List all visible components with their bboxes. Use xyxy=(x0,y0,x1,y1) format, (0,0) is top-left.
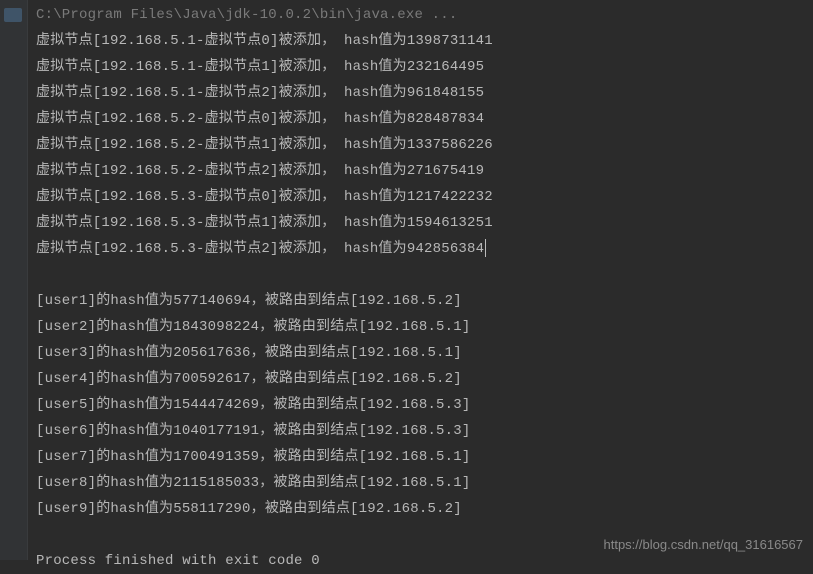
console-blank-line xyxy=(36,262,813,288)
gutter-marker-icon xyxy=(4,8,22,22)
console-output[interactable]: C:\Program Files\Java\jdk-10.0.2\bin\jav… xyxy=(36,0,813,574)
console-line: [user9]的hash值为558117290，被路由到结点[192.168.5… xyxy=(36,496,813,522)
console-line: [user4]的hash值为700592617，被路由到结点[192.168.5… xyxy=(36,366,813,392)
console-line: 虚拟节点[192.168.5.2-虚拟节点2]被添加， hash值为271675… xyxy=(36,158,813,184)
console-line: 虚拟节点[192.168.5.2-虚拟节点1]被添加， hash值为133758… xyxy=(36,132,813,158)
console-line: 虚拟节点[192.168.5.1-虚拟节点2]被添加， hash值为961848… xyxy=(36,80,813,106)
console-gutter xyxy=(0,0,28,560)
text-cursor-icon xyxy=(485,239,486,257)
console-line: 虚拟节点[192.168.5.1-虚拟节点1]被添加， hash值为232164… xyxy=(36,54,813,80)
console-line: 虚拟节点[192.168.5.3-虚拟节点0]被添加， hash值为121742… xyxy=(36,184,813,210)
console-line: [user1]的hash值为577140694，被路由到结点[192.168.5… xyxy=(36,288,813,314)
watermark-text: https://blog.csdn.net/qq_31616567 xyxy=(604,537,804,552)
console-line: 虚拟节点[192.168.5.2-虚拟节点0]被添加， hash值为828487… xyxy=(36,106,813,132)
console-line-header: C:\Program Files\Java\jdk-10.0.2\bin\jav… xyxy=(36,2,813,28)
console-line: 虚拟节点[192.168.5.3-虚拟节点1]被添加， hash值为159461… xyxy=(36,210,813,236)
console-line: 虚拟节点[192.168.5.1-虚拟节点0]被添加， hash值为139873… xyxy=(36,28,813,54)
console-line: [user7]的hash值为1700491359，被路由到结点[192.168.… xyxy=(36,444,813,470)
console-line: [user3]的hash值为205617636，被路由到结点[192.168.5… xyxy=(36,340,813,366)
console-text: 虚拟节点[192.168.5.3-虚拟节点2]被添加， hash值为942856… xyxy=(36,241,484,257)
console-line: [user6]的hash值为1040177191，被路由到结点[192.168.… xyxy=(36,418,813,444)
console-line: [user2]的hash值为1843098224，被路由到结点[192.168.… xyxy=(36,314,813,340)
console-line: 虚拟节点[192.168.5.3-虚拟节点2]被添加， hash值为942856… xyxy=(36,236,813,262)
console-line: [user5]的hash值为1544474269，被路由到结点[192.168.… xyxy=(36,392,813,418)
console-line: [user8]的hash值为2115185033，被路由到结点[192.168.… xyxy=(36,470,813,496)
